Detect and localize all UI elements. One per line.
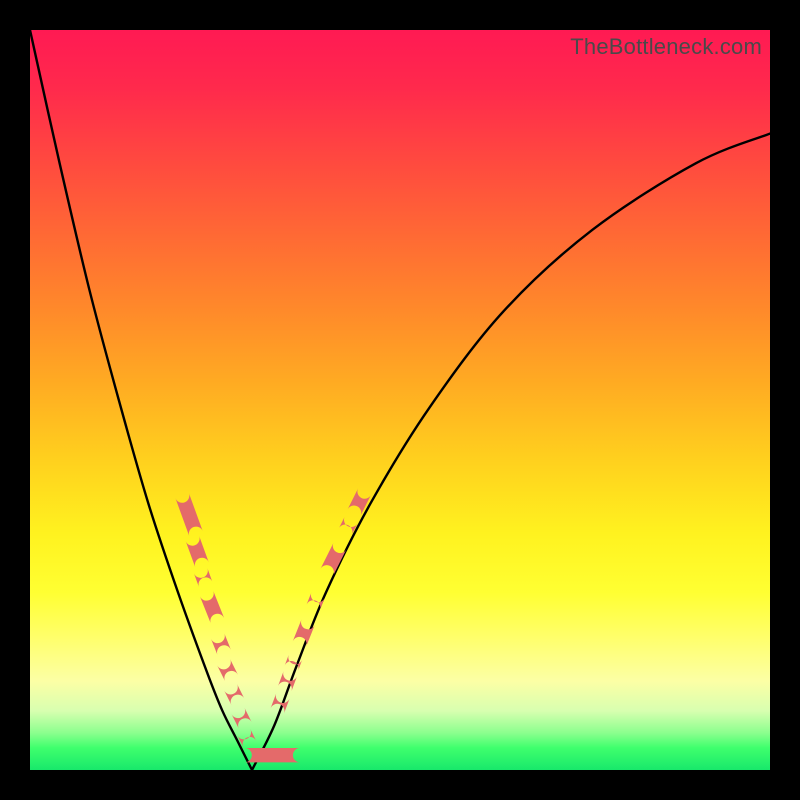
curve-marker (175, 493, 202, 536)
curve-marker (293, 619, 315, 646)
chart-frame: TheBottleneck.com (0, 0, 800, 800)
curve-marker (232, 708, 252, 729)
curve-marker (211, 633, 231, 655)
curve-right (252, 134, 770, 770)
curve-marker (348, 488, 371, 516)
curve-marker (224, 684, 244, 705)
curve-left (30, 30, 252, 770)
curve-marker (306, 592, 324, 610)
curve-marker (200, 591, 224, 624)
curve-markers (175, 488, 371, 762)
curve-marker (194, 568, 213, 587)
chart-overlay (30, 30, 770, 770)
curve-marker (217, 659, 238, 681)
curve-marker (245, 748, 301, 762)
chart-plot-area: TheBottleneck.com (30, 30, 770, 770)
curve-marker (186, 536, 209, 567)
